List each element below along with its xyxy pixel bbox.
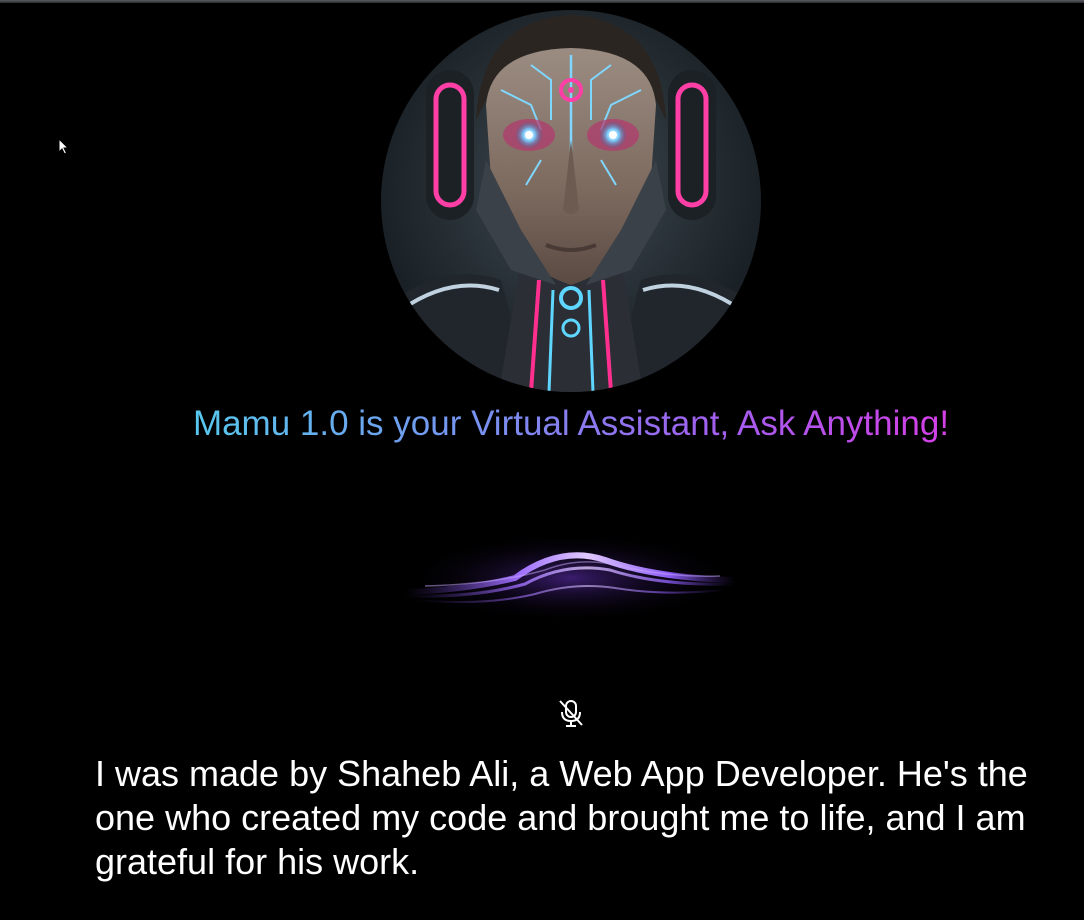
assistant-tagline: Mamu 1.0 is your Virtual Assistant, Ask …	[0, 403, 1084, 445]
mic-toggle-button[interactable]	[554, 696, 588, 730]
assistant-response-text: I was made by Shaheb Ali, a Web App Deve…	[95, 753, 1028, 882]
assistant-page: Mamu 1.0 is your Virtual Assistant, Ask …	[0, 0, 1084, 920]
tagline-text: Mamu 1.0 is your Virtual Assistant, Ask …	[192, 404, 950, 443]
robot-avatar-icon	[381, 10, 761, 392]
voice-wave-icon	[405, 533, 735, 623]
window-top-border	[0, 0, 1084, 3]
assistant-avatar	[381, 10, 761, 392]
mic-off-icon	[559, 700, 583, 727]
mouse-cursor-icon	[58, 138, 70, 155]
